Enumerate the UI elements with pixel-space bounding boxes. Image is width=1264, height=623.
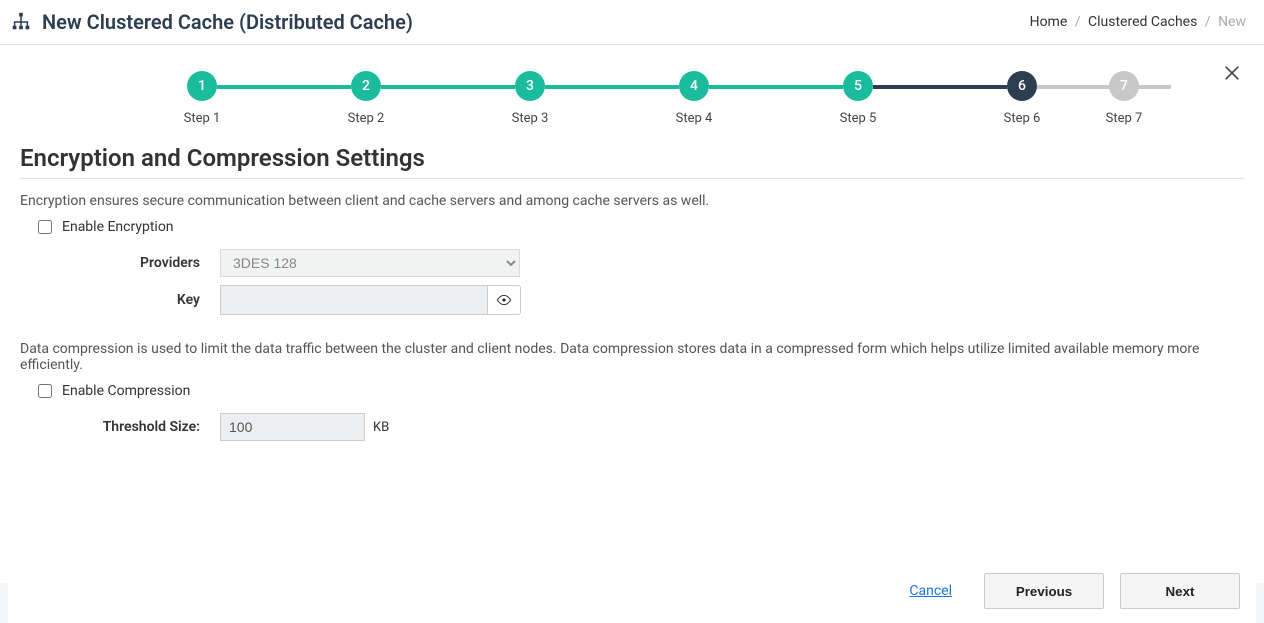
breadcrumb-sep: / — [1205, 14, 1211, 30]
step-item-5[interactable]: 5 Step 5 — [776, 71, 940, 126]
enable-compression-row: Enable Compression — [38, 383, 1244, 399]
step-circle: 1 — [187, 71, 217, 101]
wizard-footer: Cancel Previous Next — [20, 561, 1244, 613]
breadcrumb: Home / Clustered Caches / New — [1030, 14, 1246, 30]
step-circle: 6 — [1007, 71, 1037, 101]
providers-row: Providers 3DES 128 — [20, 249, 1244, 277]
step-circle: 3 — [515, 71, 545, 101]
page-title: New Clustered Cache (Distributed Cache) — [42, 10, 413, 34]
step-circle: 5 — [843, 71, 873, 101]
step-item-6[interactable]: 6 Step 6 — [940, 71, 1104, 126]
compression-description: Data compression is used to limit the da… — [20, 341, 1244, 373]
step-label: Step 5 — [776, 111, 940, 126]
step-label: Step 7 — [1104, 111, 1144, 126]
step-label: Step 1 — [120, 111, 284, 126]
providers-select[interactable]: 3DES 128 — [220, 249, 520, 277]
enable-encryption-checkbox[interactable] — [38, 220, 52, 234]
enable-encryption-row: Enable Encryption — [38, 219, 1244, 235]
key-label: Key — [20, 292, 220, 308]
section-title: Encryption and Compression Settings — [20, 144, 1244, 179]
step-line — [709, 85, 843, 89]
wizard-stepper: 1 Step 1 2 Step 2 3 Step 3 4 Step 4 5 Step 5 6 Step… — [120, 71, 1144, 126]
key-input[interactable] — [220, 285, 488, 315]
previous-button[interactable]: Previous — [984, 573, 1104, 609]
breadcrumb-home[interactable]: Home — [1030, 14, 1068, 30]
step-circle: 7 — [1109, 71, 1139, 101]
step-item-3[interactable]: 3 Step 3 — [448, 71, 612, 126]
close-icon — [1222, 63, 1242, 83]
breadcrumb-sep: / — [1075, 14, 1081, 30]
reveal-key-button[interactable] — [487, 285, 521, 315]
step-label: Step 3 — [448, 111, 612, 126]
step-line — [217, 85, 351, 89]
providers-label: Providers — [20, 255, 220, 271]
step-line — [1037, 85, 1171, 89]
breadcrumb-current: New — [1218, 14, 1246, 30]
page-header: New Clustered Cache (Distributed Cache) … — [0, 0, 1264, 45]
step-item-2[interactable]: 2 Step 2 — [284, 71, 448, 126]
cancel-link[interactable]: Cancel — [909, 583, 952, 599]
threshold-input[interactable] — [220, 413, 365, 441]
threshold-label: Threshold Size: — [20, 419, 220, 435]
enable-encryption-label[interactable]: Enable Encryption — [62, 219, 174, 235]
step-circle: 4 — [679, 71, 709, 101]
enable-compression-checkbox[interactable] — [38, 384, 52, 398]
step-line — [873, 85, 1007, 89]
key-row: Key — [20, 285, 1244, 315]
encryption-description: Encryption ensures secure communication … — [20, 193, 1244, 209]
cluster-icon — [10, 11, 32, 33]
step-line — [381, 85, 515, 89]
step-item-7[interactable]: 7 Step 7 — [1104, 71, 1144, 126]
wizard-card: 1 Step 1 2 Step 2 3 Step 3 4 Step 4 5 Step 5 6 Step… — [8, 53, 1256, 623]
step-circle: 2 — [351, 71, 381, 101]
step-label: Step 2 — [284, 111, 448, 126]
enable-compression-label[interactable]: Enable Compression — [62, 383, 190, 399]
eye-icon — [496, 292, 512, 308]
threshold-row: Threshold Size: KB — [20, 413, 1244, 441]
header-left: New Clustered Cache (Distributed Cache) — [10, 10, 413, 34]
close-button[interactable] — [1218, 59, 1246, 87]
form-body: Encryption ensures secure communication … — [20, 193, 1244, 441]
step-item-1[interactable]: 1 Step 1 — [120, 71, 284, 126]
step-item-4[interactable]: 4 Step 4 — [612, 71, 776, 126]
next-button[interactable]: Next — [1120, 573, 1240, 609]
threshold-unit: KB — [373, 420, 389, 435]
breadcrumb-caches[interactable]: Clustered Caches — [1088, 14, 1197, 30]
step-label: Step 6 — [940, 111, 1104, 126]
step-label: Step 4 — [612, 111, 776, 126]
step-line — [545, 85, 679, 89]
